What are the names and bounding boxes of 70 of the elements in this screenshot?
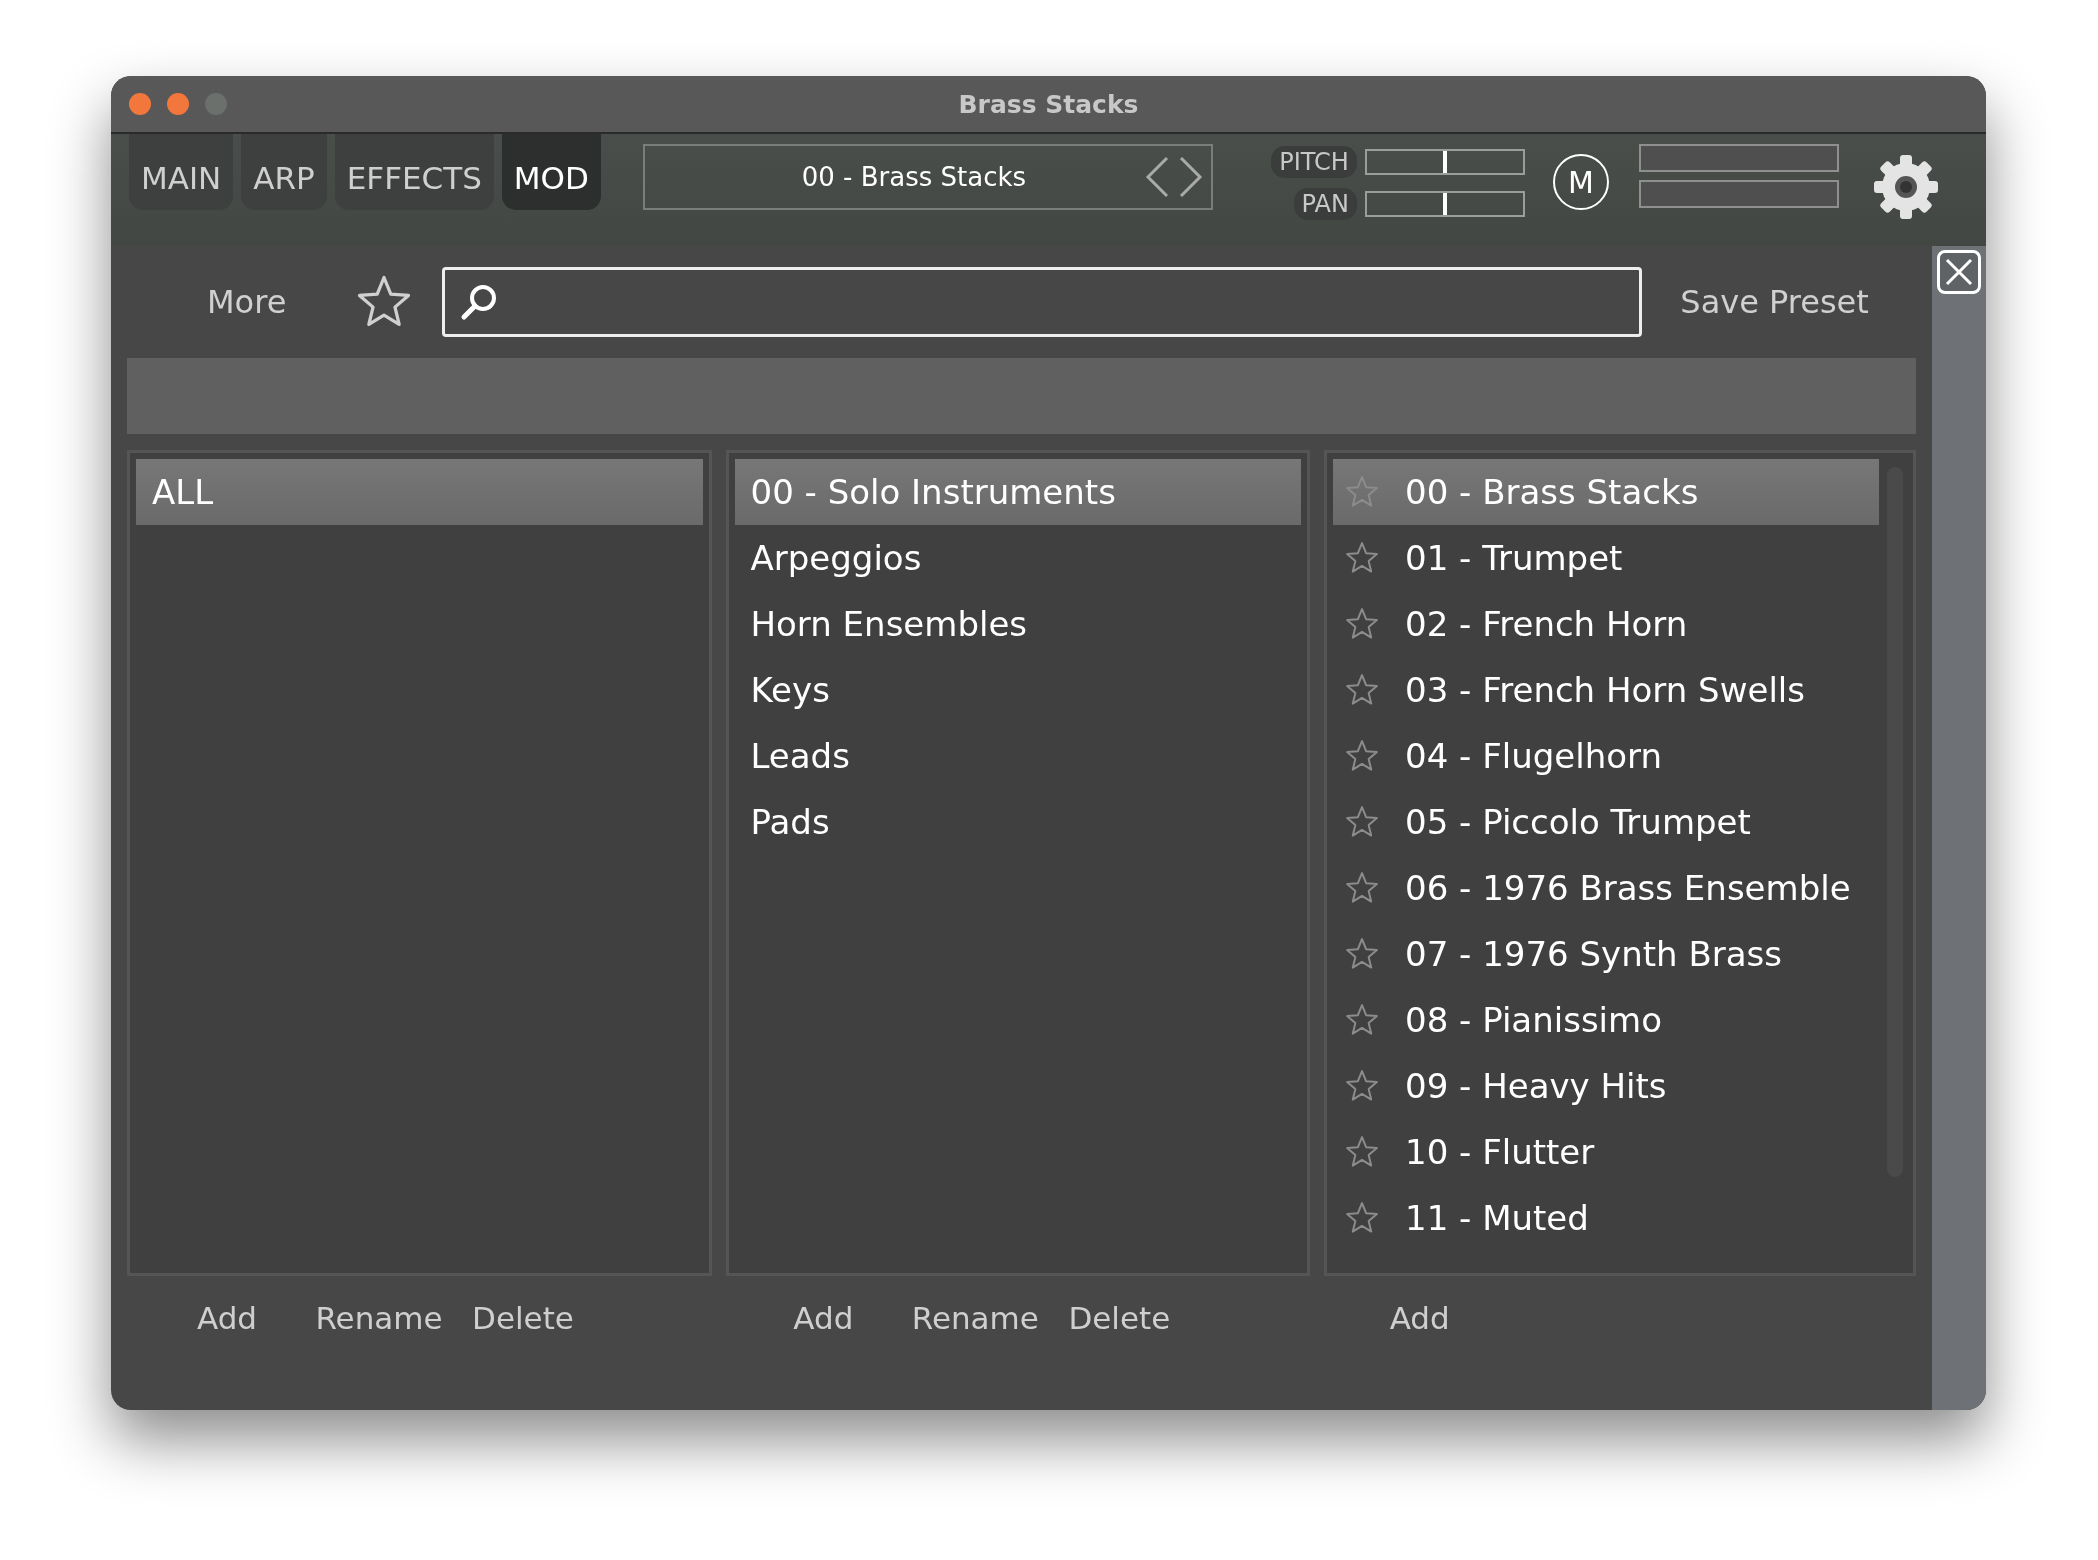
slider-label: PAN bbox=[1293, 188, 1357, 220]
preset-label: 00 - Brass Stacks bbox=[1405, 472, 1699, 512]
tab[interactable]: MOD bbox=[501, 134, 601, 210]
minimize-window-button[interactable] bbox=[167, 93, 189, 115]
list-action-button[interactable]: Rename bbox=[307, 1300, 451, 1336]
favorite-star-icon[interactable] bbox=[1345, 937, 1379, 971]
list-action-button[interactable]: Delete bbox=[451, 1300, 595, 1336]
favorite-star-icon[interactable] bbox=[1345, 673, 1379, 707]
list-action-button[interactable]: Add bbox=[177, 1300, 277, 1336]
preset-item[interactable]: 02 - French Horn bbox=[1333, 591, 1879, 657]
category-item[interactable]: 00 - Solo Instruments bbox=[734, 459, 1301, 525]
search-field[interactable] bbox=[442, 267, 1643, 337]
preset-item[interactable]: 06 - 1976 Brass Ensemble bbox=[1333, 855, 1879, 921]
favorite-star-icon[interactable] bbox=[1345, 1069, 1379, 1103]
preset-item[interactable]: 11 - Muted bbox=[1333, 1185, 1879, 1251]
preset-label: 06 - 1976 Brass Ensemble bbox=[1405, 868, 1851, 908]
preset-name: 00 - Brass Stacks bbox=[800, 162, 1028, 192]
category-item[interactable]: Keys bbox=[734, 657, 1301, 723]
tab[interactable]: EFFECTS bbox=[334, 134, 494, 210]
favorite-star-icon[interactable] bbox=[1345, 1003, 1379, 1037]
favorite-star-icon[interactable] bbox=[1345, 1135, 1379, 1169]
close-icon bbox=[1944, 257, 1974, 287]
preset-label: 02 - French Horn bbox=[1405, 604, 1688, 644]
close-button[interactable] bbox=[1937, 250, 1981, 294]
list-action-button[interactable]: Delete bbox=[1047, 1300, 1192, 1336]
slider[interactable] bbox=[1364, 191, 1525, 217]
slider[interactable] bbox=[1364, 149, 1525, 175]
tab[interactable]: MAIN bbox=[129, 134, 234, 210]
preset-label: 09 - Heavy Hits bbox=[1405, 1066, 1667, 1106]
preset-item[interactable]: 10 - Flutter bbox=[1333, 1119, 1879, 1185]
close-window-button[interactable] bbox=[129, 93, 151, 115]
preset-label: 07 - 1976 Synth Brass bbox=[1405, 934, 1782, 974]
slider-label: PITCH bbox=[1271, 146, 1357, 178]
tab[interactable]: ARP bbox=[241, 134, 327, 210]
slider-thumb[interactable] bbox=[1442, 193, 1447, 215]
save-preset-button[interactable]: Save Preset bbox=[1680, 283, 1869, 321]
preset-item[interactable]: 03 - French Horn Swells bbox=[1333, 657, 1879, 723]
preset-label: 01 - Trumpet bbox=[1405, 538, 1623, 578]
favorite-star-icon[interactable] bbox=[1345, 805, 1379, 839]
preset-item[interactable]: 08 - Pianissimo bbox=[1333, 987, 1879, 1053]
category-item[interactable]: ALL bbox=[136, 459, 703, 525]
favorite-star-icon[interactable] bbox=[1345, 475, 1379, 509]
preset-label: 03 - French Horn Swells bbox=[1405, 670, 1805, 710]
preset-item[interactable]: 04 - Flugelhorn bbox=[1333, 723, 1879, 789]
mono-button[interactable]: M bbox=[1552, 154, 1609, 210]
more-label[interactable]: More bbox=[207, 283, 287, 321]
slider-thumb[interactable] bbox=[1442, 151, 1447, 173]
preset-label: 08 - Pianissimo bbox=[1405, 1000, 1662, 1040]
preset-label: 05 - Piccolo Trumpet bbox=[1405, 802, 1751, 842]
preset-label: 10 - Flutter bbox=[1405, 1132, 1595, 1172]
preset-item[interactable]: 00 - Brass Stacks bbox=[1333, 459, 1879, 525]
favorite-star-icon[interactable] bbox=[1345, 871, 1379, 905]
window-title: Brass Stacks bbox=[958, 89, 1139, 119]
preset-item[interactable]: 01 - Trumpet bbox=[1333, 525, 1879, 591]
list-action-button[interactable]: Add bbox=[1369, 1300, 1470, 1336]
preset-label: 04 - Flugelhorn bbox=[1405, 736, 1662, 776]
category-item[interactable]: Arpeggios bbox=[734, 525, 1301, 591]
favorite-star-icon[interactable] bbox=[1345, 739, 1379, 773]
favorite-star-icon[interactable] bbox=[1345, 1201, 1379, 1235]
list-action-button[interactable]: Add bbox=[773, 1300, 874, 1336]
preset-item[interactable]: 05 - Piccolo Trumpet bbox=[1333, 789, 1879, 855]
preset-item[interactable]: 07 - 1976 Synth Brass bbox=[1333, 921, 1879, 987]
preset-item[interactable]: 09 - Heavy Hits bbox=[1333, 1053, 1879, 1119]
preset-label: 11 - Muted bbox=[1405, 1198, 1589, 1238]
favorite-star-icon[interactable] bbox=[1345, 607, 1379, 641]
favorite-star-icon[interactable] bbox=[1345, 541, 1379, 575]
category-item[interactable]: Pads bbox=[734, 789, 1301, 855]
category-item[interactable]: Horn Ensembles bbox=[734, 591, 1301, 657]
category-item[interactable]: Leads bbox=[734, 723, 1301, 789]
list-action-button[interactable]: Rename bbox=[903, 1300, 1048, 1336]
